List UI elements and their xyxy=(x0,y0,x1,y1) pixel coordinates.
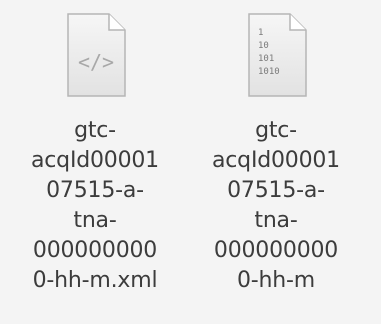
file-name-line: 000000000 xyxy=(213,238,339,263)
file-name-label: gtc- acqId00001 07515-a- tna- 000000000 … xyxy=(10,116,180,296)
svg-text:1: 1 xyxy=(258,28,263,38)
file-name-line: 000000000 xyxy=(32,238,158,263)
file-name-line: 07515-a- xyxy=(227,178,325,203)
binary-file-icon: 1 10 101 1010 xyxy=(246,12,308,98)
file-name-line: 0-hh-m.xml xyxy=(32,268,158,293)
svg-text:</>: </> xyxy=(78,50,114,74)
file-item-xml[interactable]: </> gtc- acqId00001 07515-a- tna- 000000… xyxy=(10,0,180,324)
file-name-line: tna- xyxy=(73,208,117,233)
file-name-line: 0-hh-m xyxy=(237,268,315,293)
svg-text:101: 101 xyxy=(258,54,274,64)
file-name-line: tna- xyxy=(254,208,298,233)
file-name-line: gtc- xyxy=(255,118,297,143)
file-view: </> gtc- acqId00001 07515-a- tna- 000000… xyxy=(0,0,381,324)
file-name-label: gtc- acqId00001 07515-a- tna- 000000000 … xyxy=(191,116,361,296)
xml-code-file-icon: </> xyxy=(65,12,127,98)
svg-text:1010: 1010 xyxy=(258,67,280,77)
file-name-line: gtc- xyxy=(74,118,116,143)
file-name-line: acqId00001 xyxy=(31,148,159,173)
file-name-line: 07515-a- xyxy=(46,178,144,203)
file-item-binary[interactable]: 1 10 101 1010 gtc- acqId00001 07515-a- t… xyxy=(191,0,361,324)
svg-text:10: 10 xyxy=(258,41,269,51)
file-name-line: acqId00001 xyxy=(212,148,340,173)
